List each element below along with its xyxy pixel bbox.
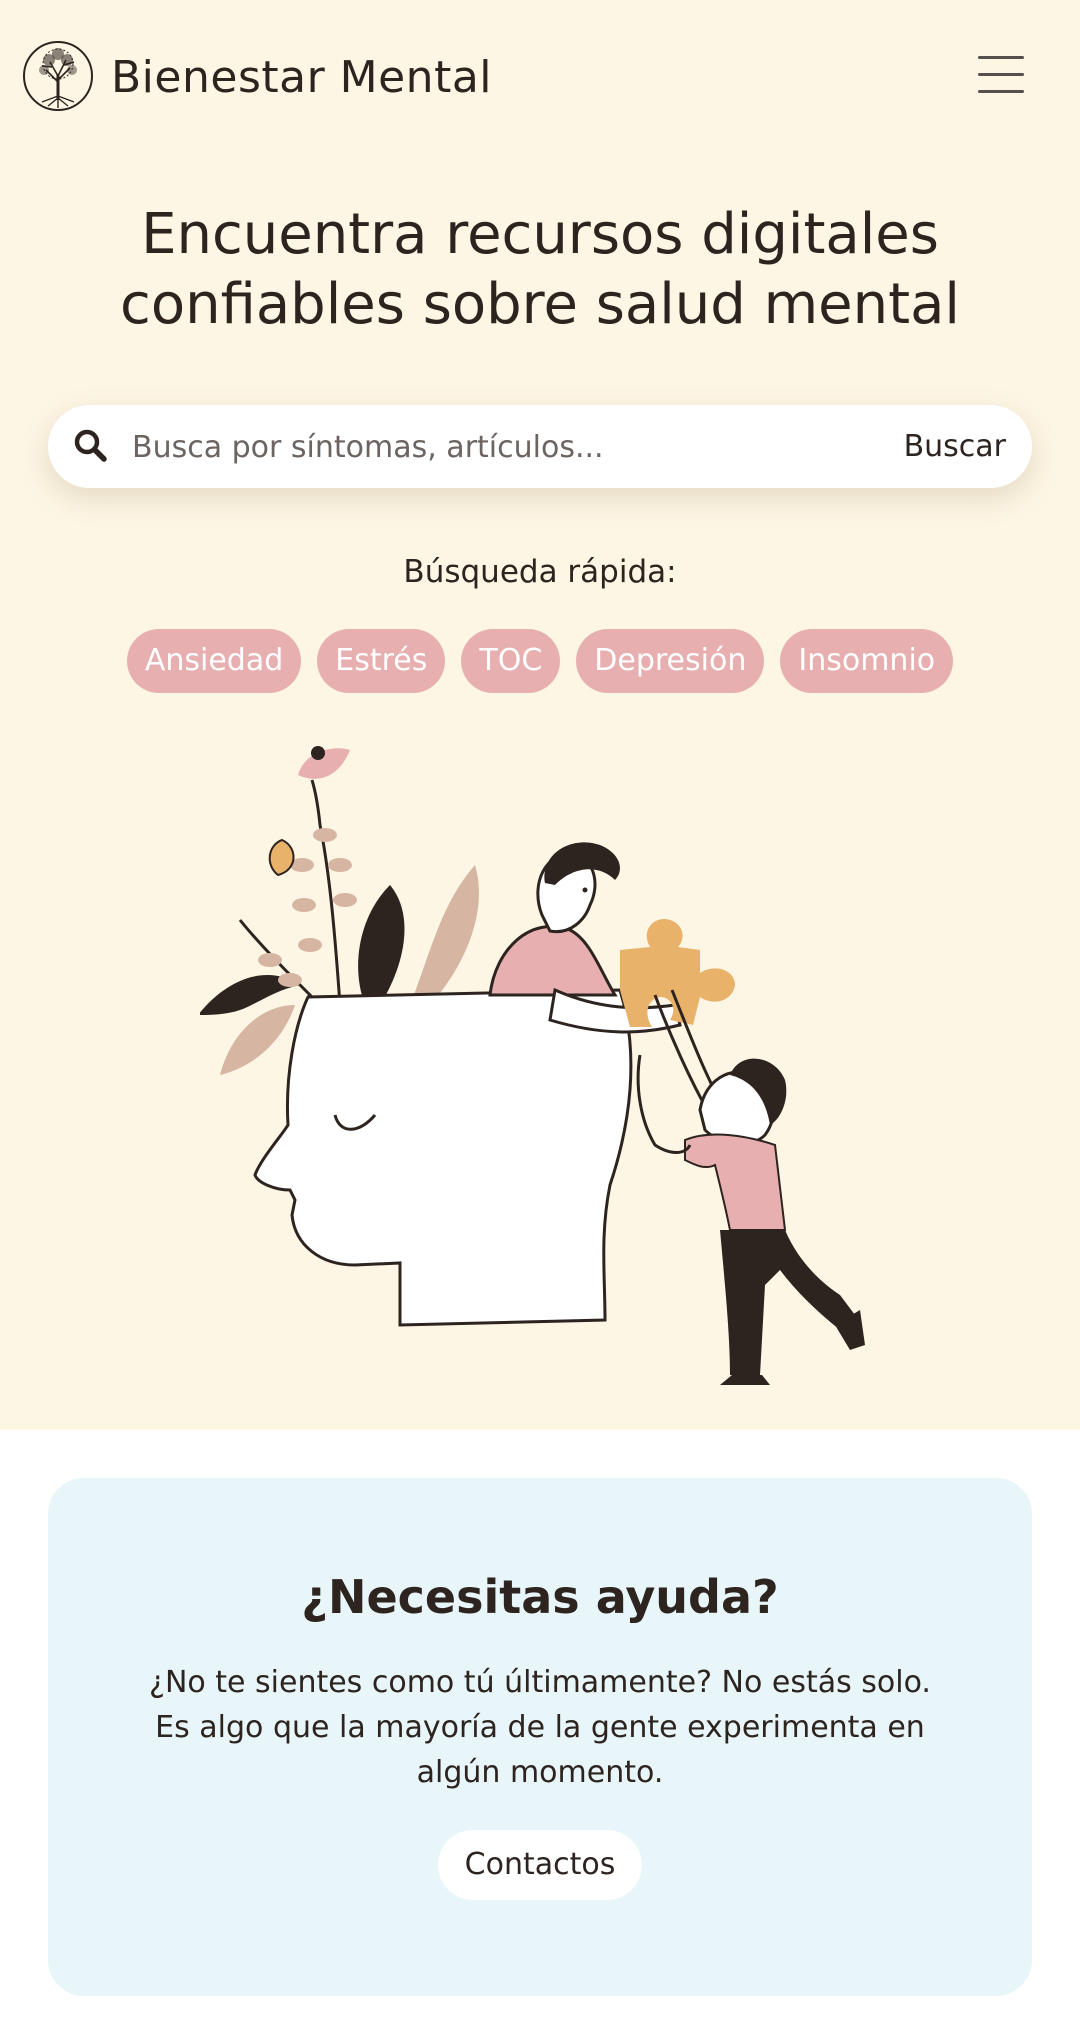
search-icon[interactable] [72, 427, 110, 465]
chip-depresion[interactable]: Depresión [576, 629, 765, 693]
help-title: ¿Necesitas ayuda? [301, 1570, 779, 1624]
tree-of-life-icon[interactable] [22, 40, 94, 112]
help-text: ¿No te sientes como tú últimamente? No e… [149, 1665, 931, 1790]
mental-health-illustration [200, 746, 865, 1385]
page-headline: Encuentra recursos digitales confiables … [60, 200, 1020, 340]
hamburger-menu-icon[interactable] [976, 52, 1026, 96]
search-bar: Buscar [48, 405, 1032, 488]
help-card: ¿Necesitas ayuda? ¿No te sientes como tú… [48, 1478, 1032, 1996]
quick-search-label: Búsqueda rápida: [403, 554, 677, 590]
chip-estres[interactable]: Estrés [317, 629, 446, 693]
chip-ansiedad[interactable]: Ansiedad [126, 629, 302, 693]
search-button[interactable]: Buscar [904, 419, 1006, 474]
chip-insomnio[interactable]: Insomnio [780, 629, 954, 693]
chip-toc[interactable]: TOC [461, 629, 561, 693]
headline-line-2: confiables sobre salud mental [120, 272, 960, 337]
contacts-button[interactable]: Contactos [438, 1830, 642, 1900]
site-header: Bienestar Mental [0, 0, 1080, 160]
quick-search-chips: Ansiedad Estrés TOC Depresión Insomnio [0, 629, 1080, 693]
brand-name[interactable]: Bienestar Mental [111, 50, 492, 106]
hero-section: Bienestar Mental Encuentra recursos digi… [0, 0, 1080, 1430]
search-input[interactable] [130, 419, 834, 476]
headline-line-1: Encuentra recursos digitales [141, 202, 939, 267]
